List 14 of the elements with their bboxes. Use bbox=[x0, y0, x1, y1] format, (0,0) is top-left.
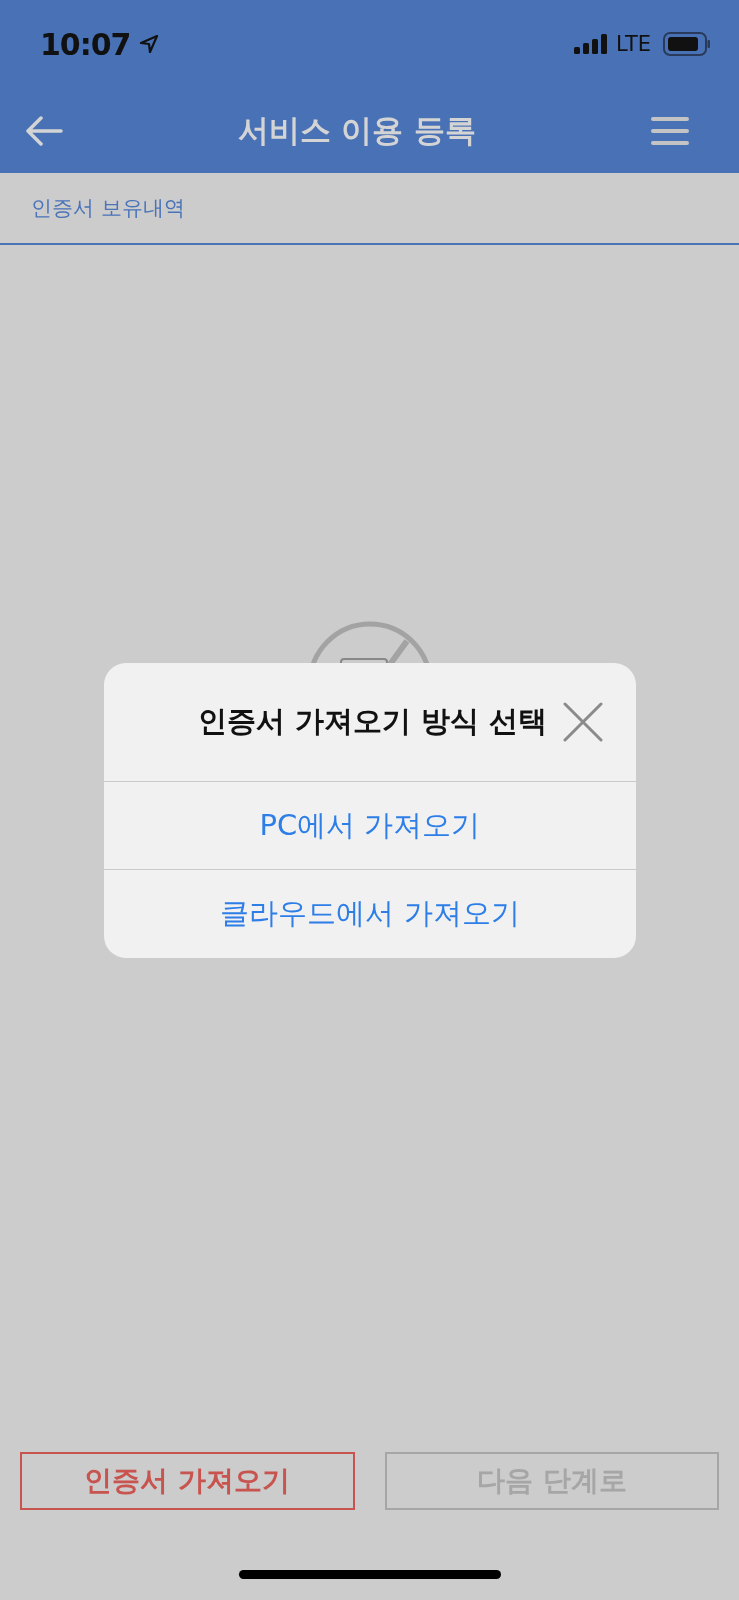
dialog-title: 인증서 가져오기 방식 선택 bbox=[198, 703, 548, 740]
network-label: LTE bbox=[616, 32, 651, 56]
dialog-option[interactable]: PC에서 가져오기 bbox=[104, 782, 636, 870]
location-arrow-icon bbox=[138, 34, 159, 54]
battery-icon bbox=[663, 32, 711, 56]
back-arrow-icon[interactable] bbox=[25, 115, 63, 146]
dialog-option[interactable]: 클라우드에서 가져오기 bbox=[104, 870, 636, 958]
status-time: 10:07 bbox=[40, 26, 131, 62]
close-icon[interactable] bbox=[563, 702, 604, 742]
signal-icon bbox=[574, 34, 609, 54]
header-title: 서비스 이용 등록 bbox=[237, 110, 477, 150]
import-button[interactable]: 인증서 가져오기 bbox=[20, 1452, 355, 1510]
menu-icon[interactable] bbox=[651, 115, 689, 146]
tab[interactable]: 인증서 보유내역 bbox=[31, 194, 185, 222]
